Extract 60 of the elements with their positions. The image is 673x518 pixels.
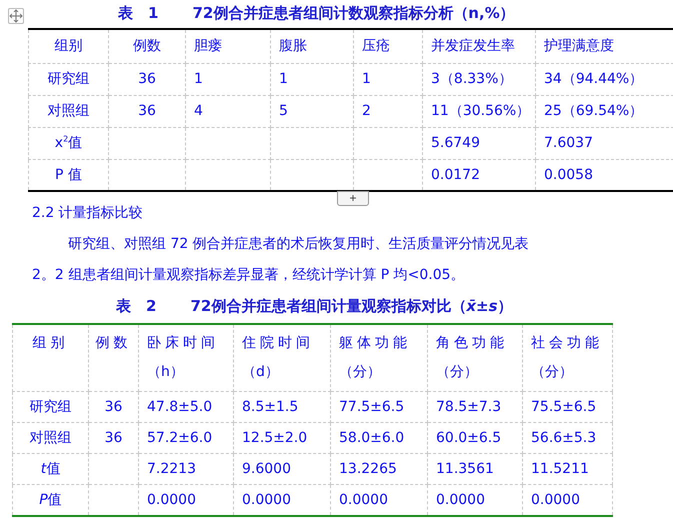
table-cell: 7.2213 xyxy=(138,454,234,484)
table-cell: 78.5±7.3 xyxy=(428,392,522,422)
table-cell: 3（8.33%） xyxy=(422,63,536,95)
header-cell: 躯体功能 （分） xyxy=(330,324,428,392)
table-cell: 1 xyxy=(186,63,270,95)
table-cell: P 值 xyxy=(28,159,108,191)
header-cell: 例数 xyxy=(88,324,138,392)
table-cell: 对照组 xyxy=(12,422,88,454)
expand-button[interactable]: + xyxy=(337,191,369,206)
table-cell: 60.0±6.5 xyxy=(428,422,522,454)
table-title: 72例合并症患者组间计量观察指标对比（x̄±s） xyxy=(190,297,513,317)
table-cell: 1 xyxy=(270,63,354,95)
header-cell: 社会功能 （分） xyxy=(522,324,612,392)
table-cell: t值 xyxy=(12,454,88,484)
header-cell: 住院时间 （d） xyxy=(234,324,330,392)
header-cell: 压疮 xyxy=(354,29,422,63)
table-cell: 4 xyxy=(186,95,270,127)
table-cell: 对照组 xyxy=(28,95,108,127)
header-cell: 腹胀 xyxy=(270,29,354,63)
table-cell: x$^{2}$值 xyxy=(28,127,108,159)
table-cell: 36 xyxy=(88,392,138,422)
header-cell: 组别 xyxy=(28,29,108,63)
header-cell: 卧床时间 （h） xyxy=(138,324,234,392)
table-cell: 36 xyxy=(108,95,186,127)
table-cell: 12.5±2.0 xyxy=(234,422,330,454)
table-cell: 13.2265 xyxy=(330,454,428,484)
table-cell: 57.2±6.0 xyxy=(138,422,234,454)
paragraph: 2。2 组患者组间计量观察指标差异显著，经统计学计算 P 均<0.05。 xyxy=(32,266,465,285)
table-cell: 研究组 xyxy=(12,392,88,422)
table-cell: 5.6749 xyxy=(422,127,536,159)
table-cell xyxy=(88,454,138,484)
table-cell: 5 xyxy=(270,95,354,127)
table-cell: 77.5±6.5 xyxy=(330,392,428,422)
header-cell: 并发症发生率 xyxy=(422,29,536,63)
table-cell: 2 xyxy=(354,95,422,127)
section-heading: 2.2 计量指标比较 xyxy=(32,204,143,223)
table-label: 表 1 xyxy=(118,4,158,24)
table-title: 72例合并症患者组间计数观察指标分析（n,%） xyxy=(192,4,515,24)
table-cell: P值 xyxy=(12,484,88,516)
table-cell: 56.6±5.3 xyxy=(522,422,612,454)
header-cell: 组别 xyxy=(12,324,88,392)
paragraph: 研究组、对照组 72 例合并症患者的术后恢复用时、生活质量评分情况见表 xyxy=(67,235,529,254)
header-cell: 胆瘘 xyxy=(186,29,270,63)
table-cell: 8.5±1.5 xyxy=(234,392,330,422)
table-cell: 36 xyxy=(108,63,186,95)
table-label: 表 2 xyxy=(116,297,156,317)
table-cell xyxy=(354,127,422,159)
table-cell: 11（30.56%） xyxy=(422,95,536,127)
table-cell: 研究组 xyxy=(28,63,108,95)
table-cell: 58.0±6.0 xyxy=(330,422,428,454)
header-cell: 角色功能 （分） xyxy=(428,324,522,392)
table-cell: 75.5±6.5 xyxy=(522,392,612,422)
table-cell: 47.8±5.0 xyxy=(138,392,234,422)
table-cell: 11.5211 xyxy=(522,454,612,484)
move-handle-icon[interactable] xyxy=(8,8,24,24)
table-cell: 11.3561 xyxy=(428,454,522,484)
table-cell: 1 xyxy=(354,63,422,95)
table-cell: 36 xyxy=(88,422,138,454)
header-cell: 例数 xyxy=(108,29,186,63)
table-cell: 9.6000 xyxy=(234,454,330,484)
